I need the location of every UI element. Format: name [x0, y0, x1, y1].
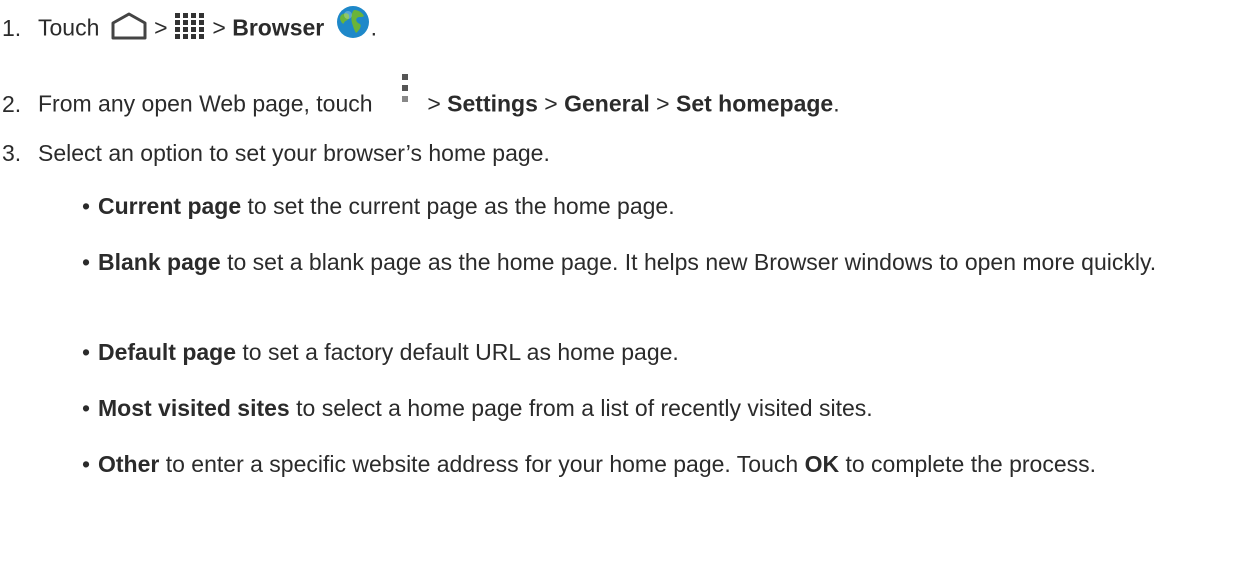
step-text: From any open Web page, touch: [38, 90, 373, 117]
list-item-default-page: • Default page to set a factory default U…: [82, 336, 1208, 368]
period: .: [833, 90, 840, 117]
option-text: to enter a specific website address for …: [159, 451, 805, 477]
option-text: to set the current page as the home page…: [241, 193, 675, 219]
step-number: 1.: [2, 14, 22, 41]
step-2: 2. From any open Web page, touch > Settin…: [0, 74, 840, 129]
bullet: •: [82, 395, 91, 421]
globe-icon: [335, 4, 371, 47]
step-number: 2.: [2, 90, 22, 117]
step-number: 3.: [2, 140, 22, 166]
list-item-other: • Other to enter a specific website addre…: [82, 448, 1208, 480]
option-label: Current page: [98, 193, 242, 219]
option-text: to select a home page from a list of rec…: [289, 395, 873, 421]
general-label: General: [564, 90, 650, 117]
separator: >: [420, 90, 448, 117]
step-3: 3. Select an option to set your browser’s…: [0, 138, 550, 168]
separator: >: [649, 90, 676, 117]
bullet: •: [82, 193, 91, 219]
option-text-2: to complete the process.: [839, 451, 1097, 477]
bullet: •: [82, 249, 91, 275]
list-item-blank-page: • Blank page to set a blank page as the h…: [82, 246, 1208, 278]
option-label: Blank page: [98, 249, 221, 275]
separator: >: [147, 14, 174, 41]
bullet: •: [82, 339, 91, 365]
list-item-most-visited: • Most visited sites to select a home pag…: [82, 392, 1208, 424]
step-text: Touch: [38, 14, 100, 41]
list-item-current-page: • Current page to set the current page as…: [82, 190, 1208, 222]
overflow-menu-icon: [401, 72, 409, 119]
option-label: Other: [98, 451, 160, 477]
step-1: 1. Touch > > Browser .: [0, 6, 378, 51]
bullet: •: [82, 451, 91, 477]
separator: >: [537, 90, 565, 117]
separator: >: [205, 14, 233, 41]
set-homepage-label: Set homepage: [676, 90, 834, 117]
browser-label: Browser: [232, 14, 325, 41]
step-text: Select an option to set your browser’s h…: [38, 140, 550, 166]
option-label: Default page: [98, 339, 237, 365]
ok-label: OK: [804, 451, 840, 477]
settings-label: Settings: [447, 90, 538, 117]
apps-grid-icon: [174, 12, 206, 47]
option-text: to set a blank page as the home page. It…: [220, 249, 1157, 275]
option-label: Most visited sites: [98, 395, 290, 421]
home-outline-icon: [110, 11, 148, 48]
option-text: to set a factory default URL as home pag…: [236, 339, 679, 365]
period: .: [370, 14, 378, 41]
